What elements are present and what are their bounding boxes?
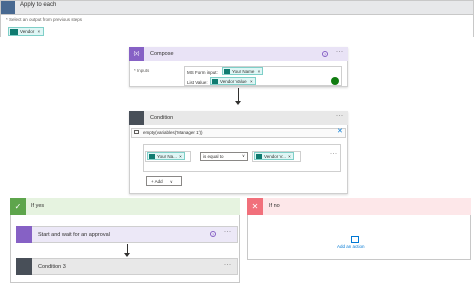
arrow-down-icon [235,101,241,105]
your-name-token[interactable]: Your Name × [222,67,264,75]
condition-icon [129,111,144,125]
vendor-value-token-label: Vendor Value [220,79,247,84]
add-condition-label: + Add [151,179,163,184]
apply-to-each-title: Apply to each [20,2,57,8]
more-options-icon[interactable]: ··· [224,229,232,235]
vendor-value-token[interactable]: Vendor V... × [254,152,294,160]
chevron-down-icon: ∨ [169,179,173,184]
help-icon[interactable]: ? [322,51,328,57]
add-action-icon[interactable] [351,236,359,243]
vendor-token-label: Vendor [20,29,35,34]
condition-3-title: Condition 3 [38,264,66,270]
close-icon[interactable]: ✕ [337,127,343,135]
add-action-link[interactable]: Add an action [337,244,365,249]
more-options-icon[interactable]: ··· [224,262,232,268]
chevron-down-icon[interactable]: ∨ [242,153,245,158]
right-token-label: Vendor V... [264,154,286,159]
approval-icon [16,226,32,243]
your-name-token-label: Your Name [232,69,255,74]
if-yes-title: If yes [31,203,45,209]
token-remove-icon[interactable]: × [258,69,261,74]
row-more-options-icon[interactable]: ··· [330,151,338,157]
if-yes-header[interactable] [10,198,240,215]
token-remove-icon[interactable]: × [38,29,41,34]
more-options-icon[interactable]: ··· [336,49,344,55]
compose-title: Compose [150,51,174,57]
forms-icon [149,154,155,159]
arrow-down-icon [124,253,130,257]
select-output-label: * Select an output from previous steps [6,17,83,22]
list-icon [256,154,262,159]
inputs-label: * Inputs [134,68,150,73]
vendor-value-token[interactable]: Vendor Value × [210,77,256,85]
check-icon: ✓ [10,198,26,215]
if-no-title: If no [269,203,280,209]
more-options-icon[interactable]: ··· [336,113,344,119]
vendor-token[interactable]: Vendor × [8,27,45,36]
expression-text: empty(variables('Manager 1')) [143,130,203,135]
condition-icon [16,258,32,275]
token-remove-icon[interactable]: × [288,154,291,159]
forms-icon [224,69,230,74]
list-value-text: List Value: [187,80,208,85]
dynamic-content-icon[interactable] [331,77,339,85]
edit-icon [134,130,139,134]
token-remove-icon[interactable]: × [179,154,182,159]
token-remove-icon[interactable]: × [250,79,253,84]
operator-label: is equal to [203,154,224,159]
loop-icon [1,1,15,14]
operator-select[interactable]: is equal to [200,152,248,161]
approval-title: Start and wait for an approval [38,232,110,238]
close-icon: ✕ [247,198,263,215]
ms-form-input-text: MS Form input: [187,70,218,75]
if-no-header[interactable] [247,198,471,215]
left-token-label: Your Na... [157,154,177,159]
your-name-token[interactable]: Your Na... × [147,152,185,160]
help-icon[interactable]: ? [210,231,216,237]
forms-icon [10,29,18,35]
condition-title: Condition [150,115,174,121]
list-icon [212,79,218,84]
compose-icon: {x} [129,47,144,61]
connector-line [238,88,239,102]
add-condition-button[interactable]: + Add ∨ [146,176,182,186]
apply-to-each-header[interactable] [0,0,474,15]
